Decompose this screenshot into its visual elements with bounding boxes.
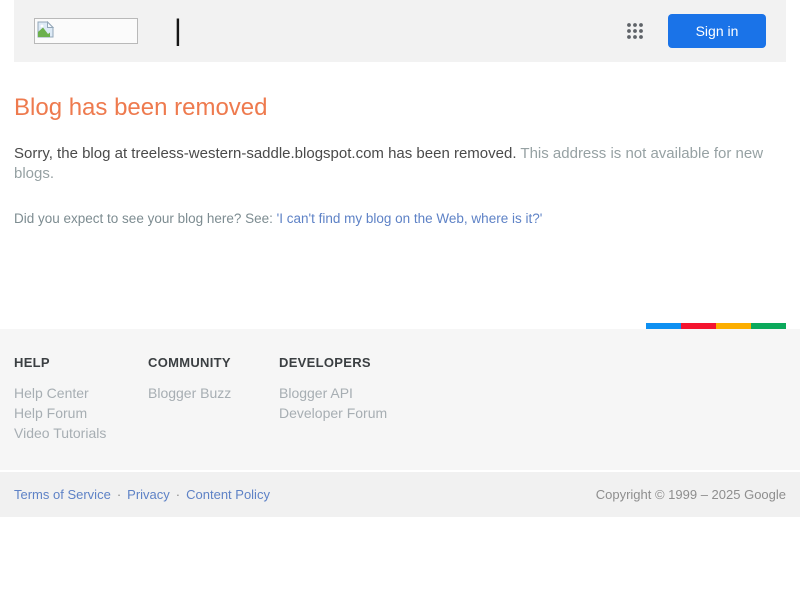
- content-policy-link[interactable]: Content Policy: [186, 487, 270, 502]
- footer-column-community: COMMUNITY Blogger Buzz: [148, 355, 279, 470]
- footer-column-developers: DEVELOPERS Blogger API Developer Forum: [279, 355, 387, 470]
- google-apps-button[interactable]: [625, 21, 645, 41]
- list-item: Video Tutorials: [14, 423, 148, 443]
- footer-heading-help: HELP: [14, 355, 50, 370]
- separator-dot: ·: [175, 487, 181, 502]
- header: | Sign in: [14, 0, 786, 62]
- help-center-link[interactable]: Help Center: [14, 385, 89, 401]
- footer-legal-bar: Terms of Service · Privacy · Content Policy …: [0, 472, 800, 517]
- video-tutorials-link[interactable]: Video Tutorials: [14, 425, 106, 441]
- footer: HELP Help Center Help Forum Video Tutori…: [0, 329, 800, 517]
- separator-dot: ·: [116, 487, 122, 502]
- stripe-segment: [751, 323, 786, 329]
- list-item: Blogger API: [279, 383, 387, 403]
- footer-heading-developers: DEVELOPERS: [279, 355, 371, 370]
- blogger-buzz-link[interactable]: Blogger Buzz: [148, 385, 231, 401]
- cant-find-blog-link[interactable]: 'I can't find my blog on the Web, where …: [277, 211, 543, 226]
- footer-link-columns: HELP Help Center Help Forum Video Tutori…: [0, 329, 800, 470]
- copyright-text: Copyright © 1999 – 2025 Google: [595, 487, 786, 502]
- stripe-segment: [681, 323, 716, 329]
- blogger-logo-broken-image[interactable]: [34, 18, 138, 44]
- stripe-segment: [716, 323, 751, 329]
- list-item: Help Forum: [14, 403, 148, 423]
- terms-of-service-link[interactable]: Terms of Service: [14, 487, 111, 502]
- removed-message-line: Sorry, the blog at treeless-western-sadd…: [14, 144, 786, 184]
- developer-forum-link[interactable]: Developer Forum: [279, 405, 387, 421]
- text-cursor: |: [174, 14, 182, 47]
- sign-in-button[interactable]: Sign in: [668, 14, 766, 48]
- footer-heading-community: COMMUNITY: [148, 355, 231, 370]
- page-title: Blog has been removed: [14, 94, 268, 121]
- stripe-segment: [646, 323, 681, 329]
- list-item: Help Center: [14, 383, 148, 403]
- expect-blog-question: Did you expect to see your blog here? Se…: [14, 211, 277, 226]
- apps-grid-icon: [627, 23, 643, 39]
- expect-blog-line: Did you expect to see your blog here? Se…: [14, 210, 786, 228]
- list-item: Blogger Buzz: [148, 383, 279, 403]
- broken-image-icon: [37, 21, 54, 38]
- legal-links: Terms of Service · Privacy · Content Policy: [14, 487, 270, 502]
- header-actions: Sign in: [625, 14, 766, 48]
- blogger-api-link[interactable]: Blogger API: [279, 385, 353, 401]
- removed-message: Sorry, the blog at treeless-western-sadd…: [14, 145, 517, 162]
- help-forum-link[interactable]: Help Forum: [14, 405, 87, 421]
- list-item: Developer Forum: [279, 403, 387, 423]
- main-content: Blog has been removed Sorry, the blog at…: [14, 62, 786, 323]
- footer-column-help: HELP Help Center Help Forum Video Tutori…: [14, 355, 148, 470]
- privacy-link[interactable]: Privacy: [127, 487, 170, 502]
